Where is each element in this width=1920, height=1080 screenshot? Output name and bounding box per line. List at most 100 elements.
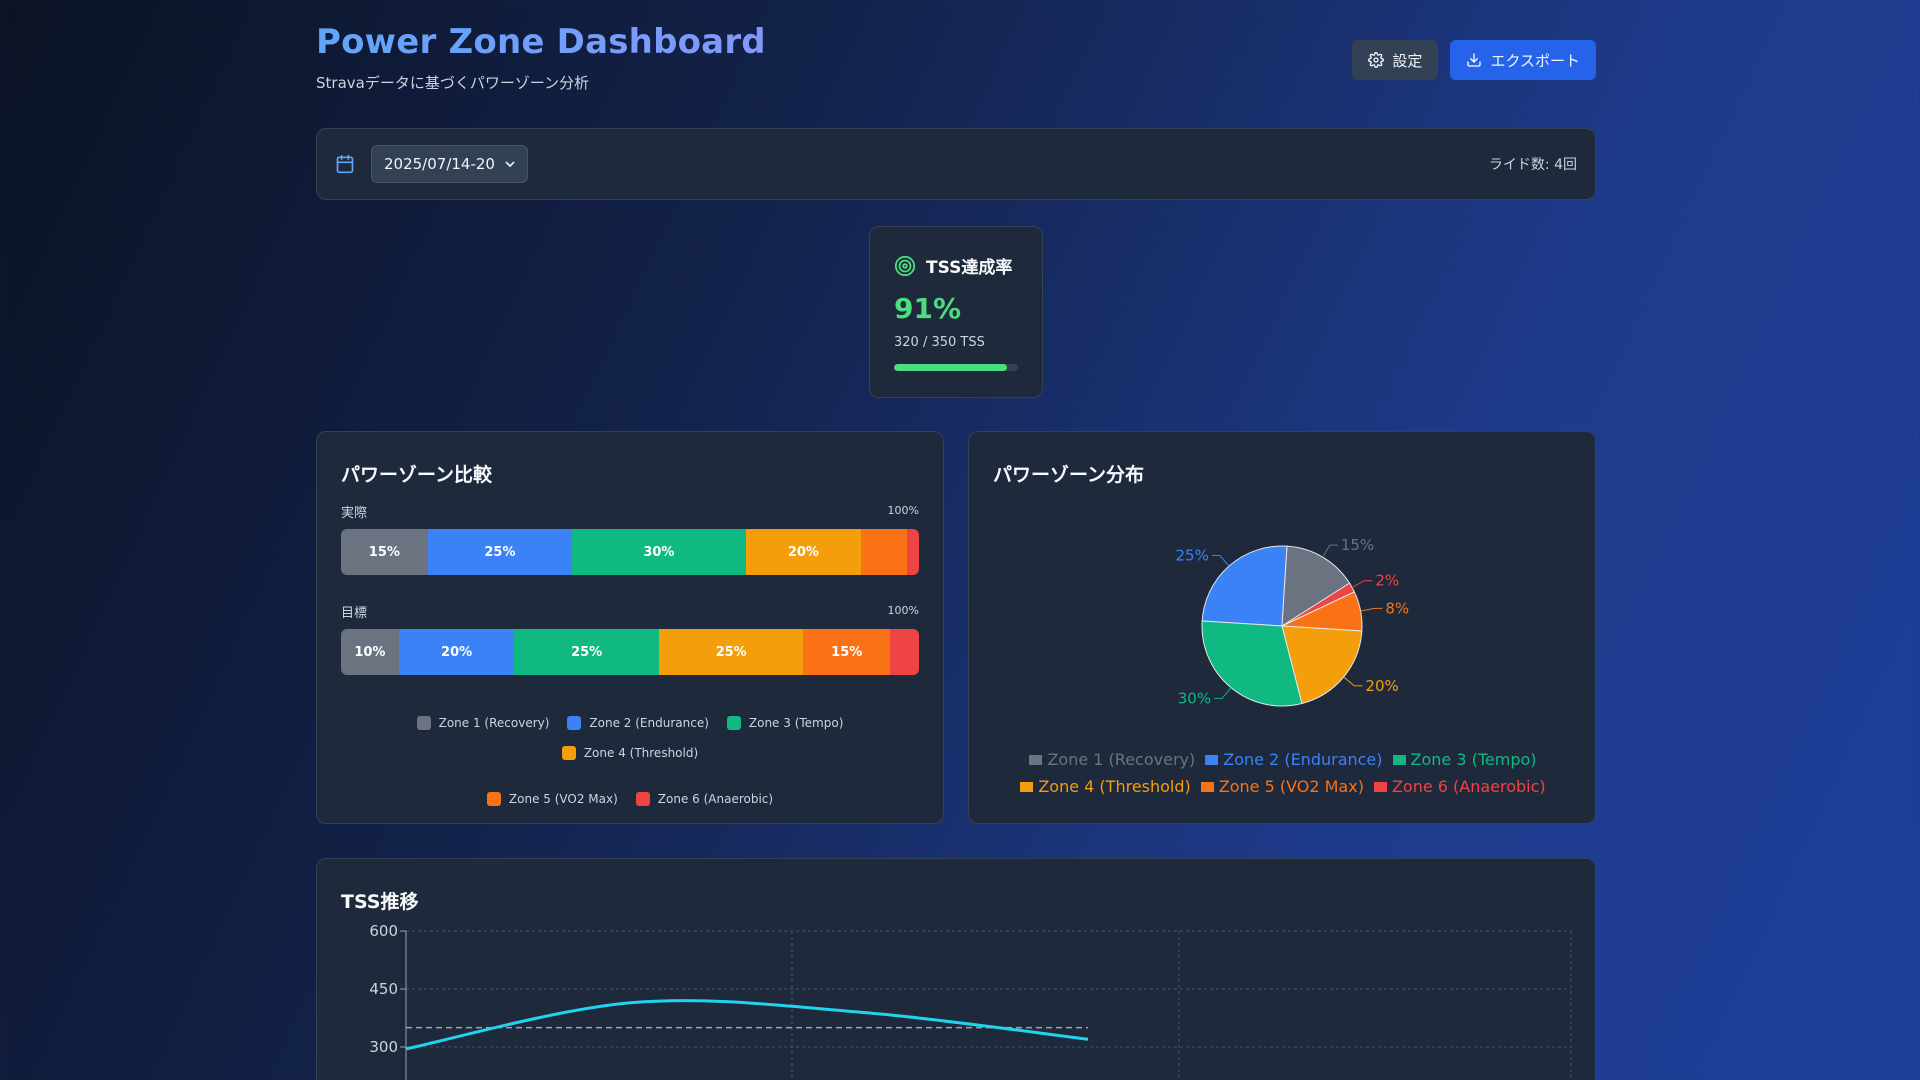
- filter-bar: 2025/07/14-20 ライド数: 4回: [316, 128, 1596, 200]
- target-label: 目標: [341, 606, 368, 621]
- settings-button[interactable]: 設定: [1352, 40, 1439, 80]
- tss-trend-chart: 600 450 300: [369, 922, 1572, 1080]
- pie-label-zone-4: 20%: [1365, 677, 1398, 695]
- pie-legend-label: Zone 6 (Anaerobic): [1391, 777, 1546, 796]
- pie-legend-swatch: [1373, 781, 1387, 792]
- actual-segment-zone-4: 20%: [745, 529, 862, 575]
- legend-label: Zone 5 (VO2 Max): [508, 792, 618, 806]
- target-icon: [894, 255, 916, 276]
- legend-swatch: [486, 792, 501, 806]
- legend-item-zone-6[interactable]: Zone 6 (Anaerobic): [635, 792, 774, 806]
- pie-legend-swatch: [1392, 754, 1406, 765]
- tss-detail: 320 / 350 TSS: [894, 335, 985, 350]
- target-segment-zone-2: 20%: [398, 629, 515, 675]
- comparison-title: パワーゾーン比較: [341, 464, 493, 486]
- pie-label-line: [1343, 676, 1363, 687]
- pie-legend-swatch: [1200, 781, 1214, 792]
- legend-label: Zone 6 (Anaerobic): [657, 792, 774, 806]
- export-label: エクスポート: [1490, 51, 1580, 70]
- pie-legend-swatch: [1029, 754, 1043, 765]
- legend-label: Zone 2 (Endurance): [589, 716, 709, 730]
- pie-legend-label: Zone 4 (Threshold): [1038, 777, 1191, 796]
- chevron-down-icon: [505, 161, 515, 168]
- target-segment-zone-6: [890, 629, 919, 675]
- legend-item-zone-5[interactable]: Zone 5 (VO2 Max): [486, 792, 618, 806]
- y-tick-label: 300: [369, 1038, 398, 1056]
- legend-swatch: [567, 716, 582, 730]
- actual-max-label: 100%: [887, 504, 919, 517]
- legend-swatch: [561, 746, 576, 760]
- target-zone-bar: 10% 20% 25% 25% 15%: [341, 629, 919, 675]
- pie-label-zone-1: 15%: [1341, 536, 1374, 554]
- pie-legend-label: Zone 5 (VO2 Max): [1218, 777, 1364, 796]
- tss-progress-fill: [894, 364, 1007, 371]
- settings-label: 設定: [1392, 51, 1423, 70]
- tss-card-header: TSS達成率: [894, 253, 1018, 278]
- pie-label-line: [1214, 687, 1232, 699]
- zone-comparison-panel: パワーゾーン比較 実際 100% 15% 25% 30% 20% 目標 100% 10…: [316, 431, 944, 824]
- pie-legend-item-zone-6[interactable]: Zone 6 (Anaerobic): [1373, 777, 1546, 796]
- legend-item-zone-4[interactable]: Zone 4 (Threshold): [561, 746, 699, 760]
- actual-label: 実際: [341, 506, 368, 521]
- pie-label-line: [1360, 607, 1383, 612]
- tss-percent: 91%: [894, 292, 962, 325]
- legend-swatch: [726, 716, 741, 730]
- date-range-select[interactable]: 2025/07/14-20: [371, 145, 528, 183]
- tss-series-line: [405, 999, 1089, 1051]
- zone-distribution-panel: パワーゾーン分布 25% 15% 2% 8% 20% 30% Zone 1 (Recove…: [968, 431, 1596, 824]
- pie-label-zone-2: 25%: [1175, 546, 1208, 564]
- pie-legend-label: Zone 1 (Recovery): [1047, 750, 1196, 769]
- y-tick-label: 450: [369, 980, 398, 998]
- pie-label-zone-3: 30%: [1178, 689, 1211, 707]
- legend-label: Zone 3 (Tempo): [748, 716, 844, 730]
- download-icon: [1467, 53, 1482, 67]
- header-actions: 設定 エクスポート: [1352, 40, 1596, 80]
- tss-achievement-card: TSS達成率 91% 320 / 350 TSS: [869, 226, 1043, 398]
- tss-trend-panel: TSS推移 600 450 300: [316, 858, 1596, 1080]
- legend-swatch: [416, 716, 431, 730]
- legend-item-zone-2[interactable]: Zone 2 (Endurance): [567, 716, 709, 730]
- ride-count: ライド数: 4回: [1488, 157, 1577, 173]
- target-segment-zone-3: 25%: [514, 629, 659, 675]
- tss-progress-bar: [894, 364, 1018, 371]
- pie-label-line: [1211, 554, 1230, 567]
- pie-legend-label: Zone 2 (Endurance): [1223, 750, 1383, 769]
- target-segment-zone-4: 25%: [658, 629, 804, 675]
- pie-legend-item-zone-2[interactable]: Zone 2 (Endurance): [1205, 750, 1383, 769]
- gear-icon: [1368, 52, 1385, 68]
- pie-slice-zone-2[interactable]: [1201, 545, 1288, 627]
- pie-legend-swatch: [1205, 754, 1219, 765]
- pie-label-zone-5: 8%: [1385, 599, 1409, 617]
- pie-legend-item-zone-1[interactable]: Zone 1 (Recovery): [1029, 750, 1195, 769]
- pie-label-line: [1322, 544, 1338, 558]
- pie-legend-item-zone-5[interactable]: Zone 5 (VO2 Max): [1200, 777, 1364, 796]
- comparison-legend: Zone 1 (Recovery) Zone 2 (Endurance) Zone …: [341, 716, 919, 806]
- pie-label-zone-6: 2%: [1375, 572, 1399, 590]
- legend-item-zone-3[interactable]: Zone 3 (Tempo): [726, 716, 844, 730]
- tss-card-title: TSS達成率: [926, 258, 1013, 278]
- zone-pie-chart: 25% 15%2% 8% 20% 30%: [1175, 536, 1409, 707]
- actual-segment-zone-1: 15%: [341, 529, 428, 575]
- legend-label: Zone 4 (Threshold): [583, 746, 699, 760]
- legend-swatch: [635, 792, 650, 806]
- export-button[interactable]: エクスポート: [1450, 40, 1596, 80]
- actual-zone-bar: 15% 25% 30% 20%: [341, 529, 919, 575]
- actual-segment-zone-3: 30%: [572, 529, 746, 575]
- target-segment-zone-5: 15%: [803, 629, 891, 675]
- pie-label-line: [1351, 580, 1373, 588]
- y-tick-label: 600: [369, 922, 398, 940]
- pie-legend-swatch: [1020, 781, 1034, 792]
- actual-segment-zone-2: 25%: [427, 529, 573, 575]
- target-segment-zone-1: 10%: [341, 629, 399, 675]
- pie-legend: Zone 1 (Recovery) Zone 2 (Endurance) Zone …: [1009, 750, 1557, 796]
- page-header: Power Zone Dashboard Stravaデータに基づくパワーゾーン…: [316, 22, 1596, 102]
- date-range-value: 2025/07/14-20: [384, 155, 495, 173]
- legend-item-zone-1[interactable]: Zone 1 (Recovery): [416, 716, 550, 730]
- target-max-label: 100%: [887, 604, 919, 617]
- actual-segment-zone-6: [907, 529, 919, 575]
- pie-legend-item-zone-4[interactable]: Zone 4 (Threshold): [1020, 777, 1191, 796]
- legend-label: Zone 1 (Recovery): [438, 716, 550, 730]
- pie-legend-label: Zone 3 (Tempo): [1410, 750, 1537, 769]
- pie-legend-item-zone-3[interactable]: Zone 3 (Tempo): [1392, 750, 1537, 769]
- actual-segment-zone-5: [861, 529, 908, 575]
